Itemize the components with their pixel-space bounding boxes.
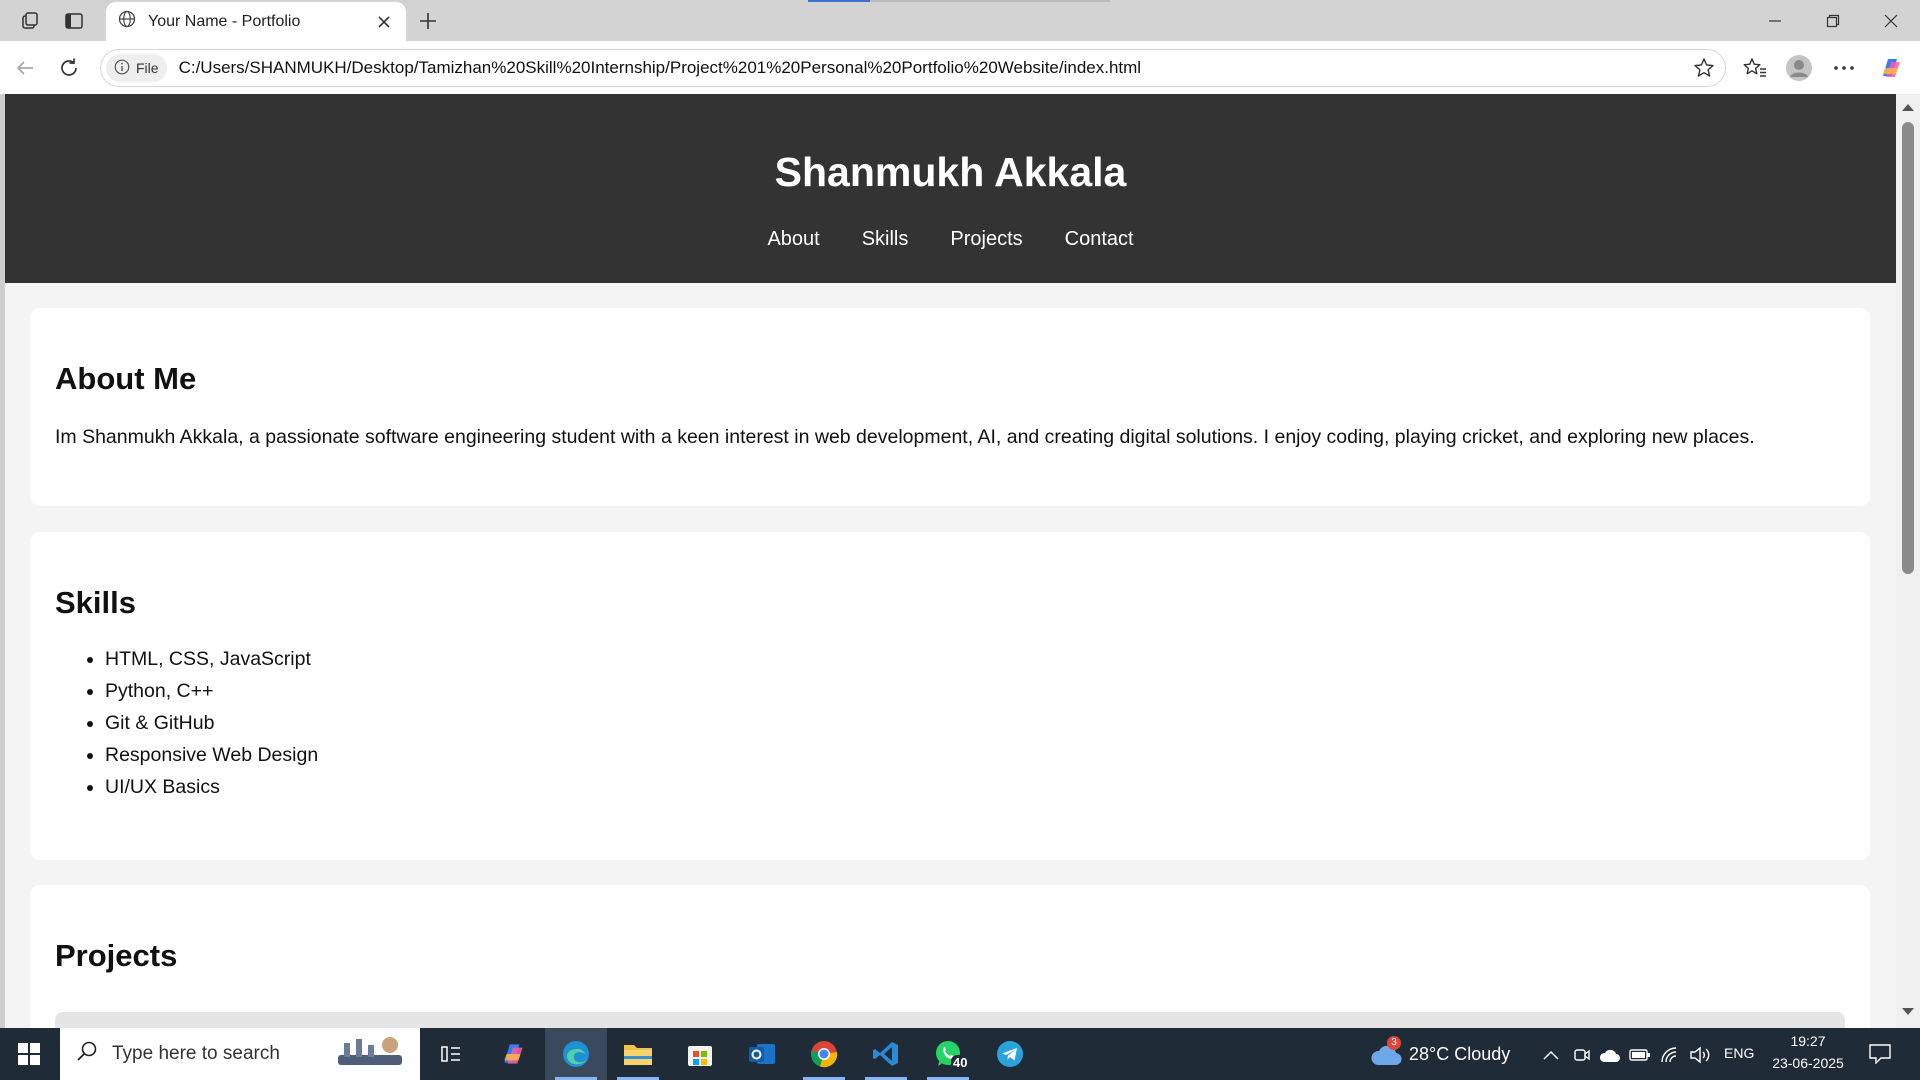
tab-actions-icon[interactable] (60, 8, 88, 34)
skill-item: UI/UX Basics (105, 771, 1845, 803)
meet-now-icon[interactable] (1571, 1044, 1593, 1066)
whatsapp-icon[interactable]: 40 (917, 1028, 979, 1080)
skills-heading: Skills (55, 585, 136, 620)
taskbar: Type here to search 40 3 28°C Cloudy ENG… (0, 1028, 1920, 1080)
onedrive-cloud-icon[interactable] (1599, 1044, 1621, 1066)
skill-item: Responsive Web Design (105, 739, 1845, 771)
page-scrollbar[interactable] (1896, 94, 1920, 1028)
minimize-button[interactable] (1746, 0, 1804, 41)
page-viewport: Shanmukh Akkala About Skills Projects Co… (5, 94, 1896, 1028)
site-name: Shanmukh Akkala (774, 149, 1127, 195)
taskbar-search-placeholder: Type here to search (112, 1043, 280, 1064)
telegram-icon[interactable] (979, 1028, 1041, 1080)
copilot-icon[interactable] (1876, 53, 1906, 83)
weather-cloud-icon[interactable]: 3 (1370, 1036, 1402, 1068)
favorite-star-icon[interactable] (1687, 51, 1721, 85)
file-explorer-icon[interactable] (607, 1028, 669, 1080)
profile-avatar[interactable] (1784, 53, 1814, 83)
clock-date[interactable]: 23-06-2025 (1768, 1055, 1848, 1071)
copilot-taskbar-icon[interactable] (482, 1028, 544, 1080)
weather-text[interactable]: 28°C Cloudy (1409, 1044, 1510, 1065)
projects-section: Projects (30, 885, 1870, 1028)
site-info-chip[interactable]: File (106, 54, 167, 82)
loading-track (870, 0, 1110, 2)
outlook-icon[interactable] (731, 1028, 793, 1080)
vscode-icon[interactable] (855, 1028, 917, 1080)
scroll-down-arrow-icon[interactable] (1902, 1008, 1914, 1015)
edge-taskbar-icon[interactable] (545, 1028, 607, 1080)
refresh-icon[interactable] (54, 53, 84, 83)
nav-link-about[interactable]: About (767, 228, 819, 251)
volume-icon[interactable] (1689, 1044, 1711, 1066)
skills-section: Skills HTML, CSS, JavaScript Python, C++… (30, 532, 1870, 860)
loading-indicator (808, 0, 870, 2)
skills-list: HTML, CSS, JavaScript Python, C++ Git & … (105, 643, 1845, 803)
skill-item: Python, C++ (105, 675, 1845, 707)
skill-item: HTML, CSS, JavaScript (105, 643, 1845, 675)
nav-link-projects[interactable]: Projects (950, 228, 1022, 251)
windows-start-icon[interactable] (0, 1028, 58, 1080)
address-bar[interactable]: File C:/Users/SHANMUKH/Desktop/Tamizhan%… (100, 49, 1726, 87)
skill-item: Git & GitHub (105, 707, 1845, 739)
site-header: Shanmukh Akkala About Skills Projects Co… (5, 94, 1896, 283)
about-heading: About Me (55, 361, 197, 396)
search-icon (76, 1040, 98, 1068)
chrome-icon[interactable] (793, 1028, 855, 1080)
restore-button[interactable] (1804, 0, 1862, 41)
browser-toolbar: File C:/Users/SHANMUKH/Desktop/Tamizhan%… (0, 41, 1920, 94)
workspaces-icon[interactable] (16, 8, 44, 34)
more-options-icon[interactable] (1829, 53, 1859, 83)
clock-time[interactable]: 19:27 (1768, 1033, 1848, 1049)
scroll-up-arrow-icon[interactable] (1902, 104, 1914, 111)
nav-link-skills[interactable]: Skills (862, 228, 909, 251)
site-nav: About Skills Projects Contact (5, 228, 1896, 251)
project-card (55, 1012, 1845, 1028)
file-chip-label: File (136, 60, 159, 76)
notifications-icon[interactable] (1868, 1042, 1892, 1066)
whatsapp-badge: 40 (951, 1055, 970, 1070)
close-tab-icon[interactable] (374, 12, 394, 32)
url-text[interactable]: C:/Users/SHANMUKH/Desktop/Tamizhan%20Ski… (179, 58, 1687, 78)
search-highlight-illustration-icon (334, 1033, 406, 1075)
taskbar-search-box[interactable]: Type here to search (60, 1028, 420, 1080)
show-hidden-icons-chevron-icon[interactable] (1540, 1044, 1562, 1066)
info-icon (114, 59, 130, 78)
new-tab-button[interactable] (414, 8, 442, 34)
scrollbar-thumb[interactable] (1902, 122, 1914, 574)
about-text: Im Shanmukh Akkala, a passionate softwar… (55, 426, 1755, 448)
nav-link-contact[interactable]: Contact (1065, 228, 1134, 251)
weather-badge: 3 (1387, 1036, 1401, 1050)
favorites-icon[interactable] (1740, 53, 1770, 83)
projects-heading: Projects (55, 938, 178, 973)
microsoft-store-icon[interactable] (669, 1028, 731, 1080)
language-indicator[interactable]: ENG (1724, 1045, 1754, 1061)
globe-icon (118, 10, 136, 33)
tab-title: Your Name - Portfolio (148, 12, 301, 30)
task-view-icon[interactable] (420, 1028, 482, 1080)
browser-tab[interactable]: Your Name - Portfolio (106, 2, 406, 41)
back-arrow-icon[interactable] (10, 53, 40, 83)
close-window-button[interactable] (1862, 0, 1920, 41)
battery-icon[interactable] (1629, 1044, 1651, 1066)
wifi-icon[interactable] (1659, 1044, 1681, 1066)
about-section: About Me Im Shanmukh Akkala, a passionat… (30, 308, 1870, 506)
browser-tab-strip: Your Name - Portfolio (0, 0, 1920, 41)
